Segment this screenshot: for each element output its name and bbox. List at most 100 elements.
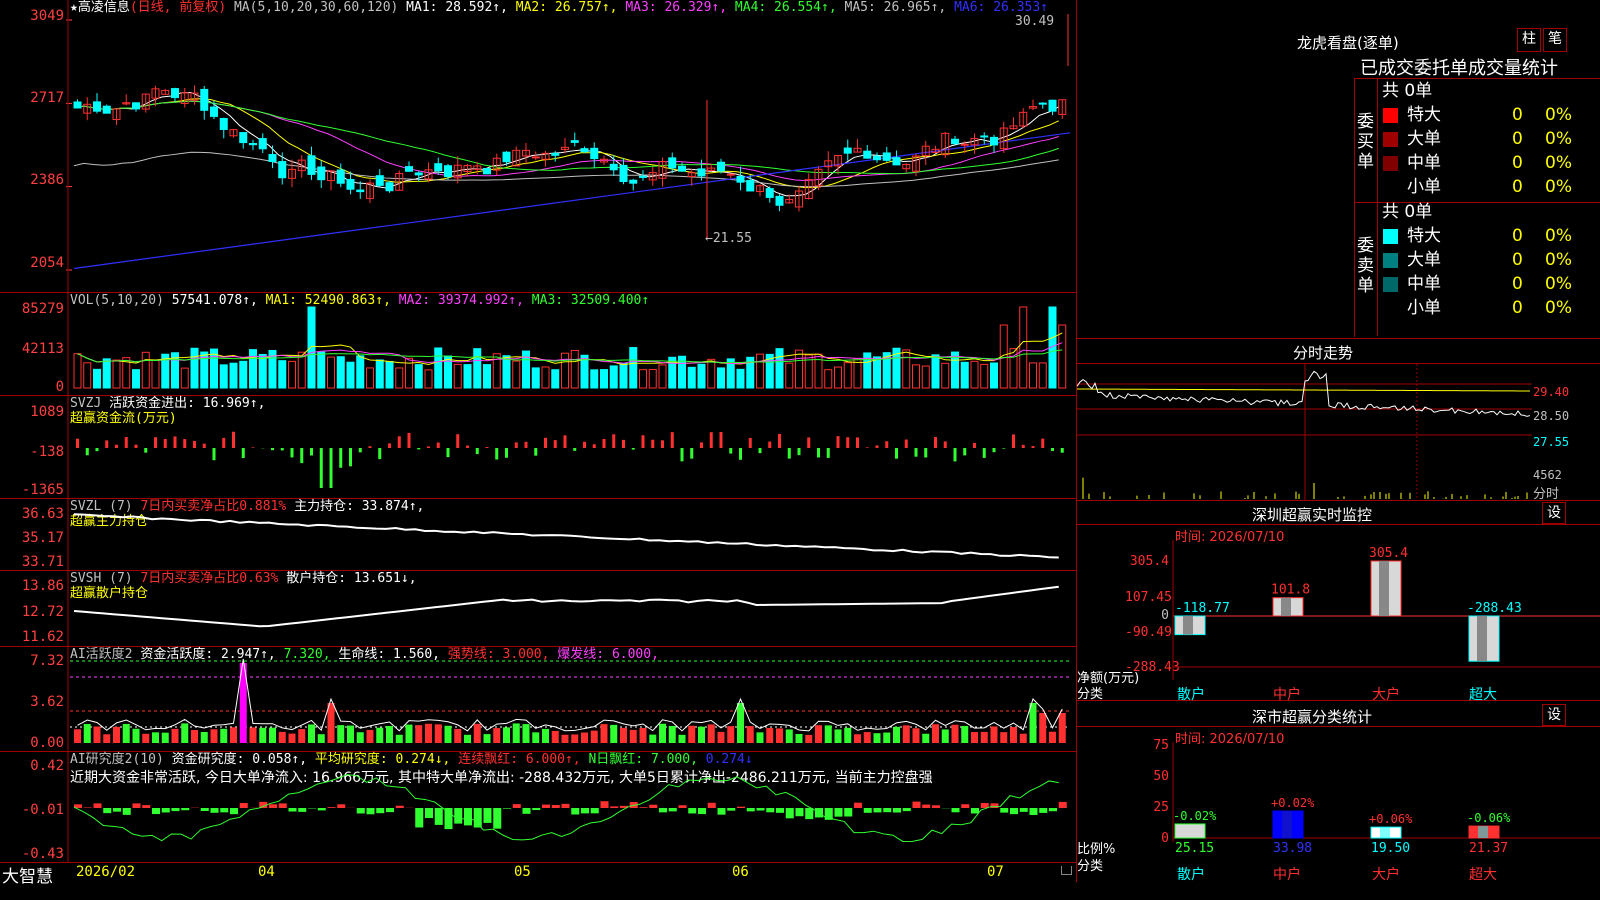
- flow-bar: [1002, 448, 1006, 449]
- buy-total: 共 0单: [1382, 81, 1433, 101]
- vol-panel[interactable]: VOL(5,10,20) 57541.078↑, MA1: 52490.863↑…: [0, 293, 1076, 396]
- intraday-chart[interactable]: [1077, 339, 1532, 500]
- activity-bar: [980, 731, 988, 743]
- volume-bar: [717, 367, 725, 389]
- flow-bar: [466, 445, 469, 448]
- candle-body: [239, 132, 248, 144]
- activity-bar: [278, 731, 286, 743]
- activity-bar: [103, 734, 111, 743]
- volume-bar: [756, 353, 764, 389]
- ss-stats-panel[interactable]: 深市超赢分类统计 设 时间: 2026/07/10 比例% 分类 75 50 2…: [1077, 702, 1600, 900]
- activity-bar: [688, 725, 696, 743]
- volume-bar: [385, 360, 394, 389]
- candle-body: [951, 138, 959, 145]
- flow-bar: [349, 448, 352, 467]
- candle-body: [570, 140, 579, 143]
- svsh-panel[interactable]: SVSH (7) 7日内买卖净占比0.63% 散户持仓: 13.651↓, 超赢…: [0, 571, 1076, 647]
- research-bar: [132, 803, 141, 808]
- volume-bar: [424, 369, 433, 389]
- activity-bar: [395, 734, 403, 743]
- research-bar: [200, 808, 209, 812]
- flow-bar: [826, 448, 830, 458]
- research-bar: [639, 807, 648, 808]
- lock-icon[interactable]: [1061, 866, 1072, 875]
- stats-bar-shade: [1282, 811, 1292, 838]
- flow-bar: [719, 431, 723, 448]
- candle-body: [882, 152, 891, 161]
- candle-body: [551, 152, 560, 156]
- flow-bar: [310, 448, 313, 456]
- candle-body: [385, 182, 394, 192]
- research-bar: [844, 808, 853, 817]
- flow-bar: [290, 448, 294, 458]
- intraday-frame[interactable]: 分时走势 29.40 28.50 27.55 4562 分时: [1077, 338, 1600, 502]
- monitor-bar-shade: [1281, 597, 1291, 616]
- activity-bar: [620, 727, 627, 743]
- candle-body: [210, 106, 218, 117]
- ai-activity-panel[interactable]: AI活跃度2 资金活跃度: 2.947↑, 7.320, 生命线: 1.560,…: [0, 647, 1076, 752]
- date-label: 2026/02: [76, 864, 136, 880]
- flow-bar: [319, 448, 323, 488]
- research-bar: [990, 803, 999, 808]
- volume-bar: [249, 349, 257, 389]
- flow-bar: [807, 437, 811, 448]
- activity-bar: [912, 728, 920, 743]
- svzj-panel[interactable]: SVZJ 活跃资金进出: 16.969↑, 超赢资金流(万元) 1089 -13…: [0, 396, 1076, 499]
- volume-bar: [619, 362, 628, 389]
- volume-bar: [561, 352, 569, 389]
- intraday-vol-label: 4562: [1533, 468, 1562, 482]
- research-bar: [1058, 801, 1067, 808]
- stats-value: 25.15: [1175, 841, 1214, 856]
- flow-bar: [280, 448, 284, 451]
- main-kline-panel[interactable]: ★高凌信息(日线, 前复权) MA(5,10,20,30,60,120) MA1…: [0, 0, 1076, 293]
- activity-bar: [922, 733, 930, 743]
- legend-swatch: [1383, 132, 1398, 147]
- volume-bar: [258, 353, 267, 389]
- flow-bar: [329, 448, 333, 488]
- candle-body: [697, 168, 706, 177]
- sz-monitor-panel[interactable]: 深圳超赢实时监控 设 时间: 2026/07/10 净额(万元) 分类 305.…: [1077, 500, 1600, 703]
- bar-mode-button[interactable]: 柱: [1517, 28, 1541, 52]
- order-type-label: 小单: [1407, 298, 1441, 318]
- activity-bar: [122, 724, 130, 743]
- activity-bar: [483, 734, 491, 743]
- research-bar: [698, 808, 706, 815]
- flow-bar: [154, 437, 157, 448]
- flow-bar: [407, 432, 411, 448]
- research-bar: [659, 808, 667, 813]
- research-bar: [961, 804, 970, 808]
- activity-bar: [327, 703, 335, 743]
- main-holding-line: [67, 499, 1059, 570]
- tick-mode-button[interactable]: 笔: [1543, 28, 1567, 52]
- research-bar: [922, 804, 931, 808]
- stats-change: -0.02%: [1173, 809, 1217, 823]
- research-bar: [337, 804, 346, 808]
- research-bar: [152, 808, 160, 815]
- research-bar: [766, 808, 775, 813]
- candle-body: [746, 179, 755, 192]
- order-count: 0: [1512, 226, 1523, 246]
- flow-bar: [232, 431, 235, 448]
- ai-research-panel[interactable]: AI研究度2(10) 资金研究度: 0.058↑, 平均研究度: 0.274↓,…: [0, 752, 1076, 863]
- date-axis[interactable]: 大智慧 2026/02 04 05 06 07: [0, 863, 1076, 887]
- order-type-label: 特大: [1407, 226, 1441, 246]
- monitor-value: -118.77: [1175, 601, 1230, 616]
- flow-bar: [982, 448, 986, 458]
- flow-bar: [417, 448, 421, 450]
- monitor-bar-shade: [1183, 616, 1193, 635]
- candlestick-chart[interactable]: [0, 0, 1076, 292]
- order-percent: 0%: [1545, 250, 1572, 270]
- candle-body: [102, 105, 111, 114]
- kline-area[interactable]: ★高凌信息(日线, 前复权) MA(5,10,20,30,60,120) MA1…: [0, 0, 1077, 887]
- research-bar: [883, 808, 892, 813]
- activity-bar: [737, 703, 744, 743]
- candle-body: [502, 151, 511, 163]
- ma-line: [73, 98, 1059, 189]
- flow-bar: [397, 436, 401, 448]
- svzl-panel[interactable]: SVZL (7) 7日内买卖净占比0.881% 主力持仓: 33.874↑, 超…: [0, 499, 1076, 571]
- activity-bar: [220, 728, 228, 743]
- volume-bar: [190, 347, 199, 389]
- volume-bar: [1019, 306, 1028, 389]
- research-bar: [610, 806, 619, 808]
- candle-body: [336, 169, 345, 184]
